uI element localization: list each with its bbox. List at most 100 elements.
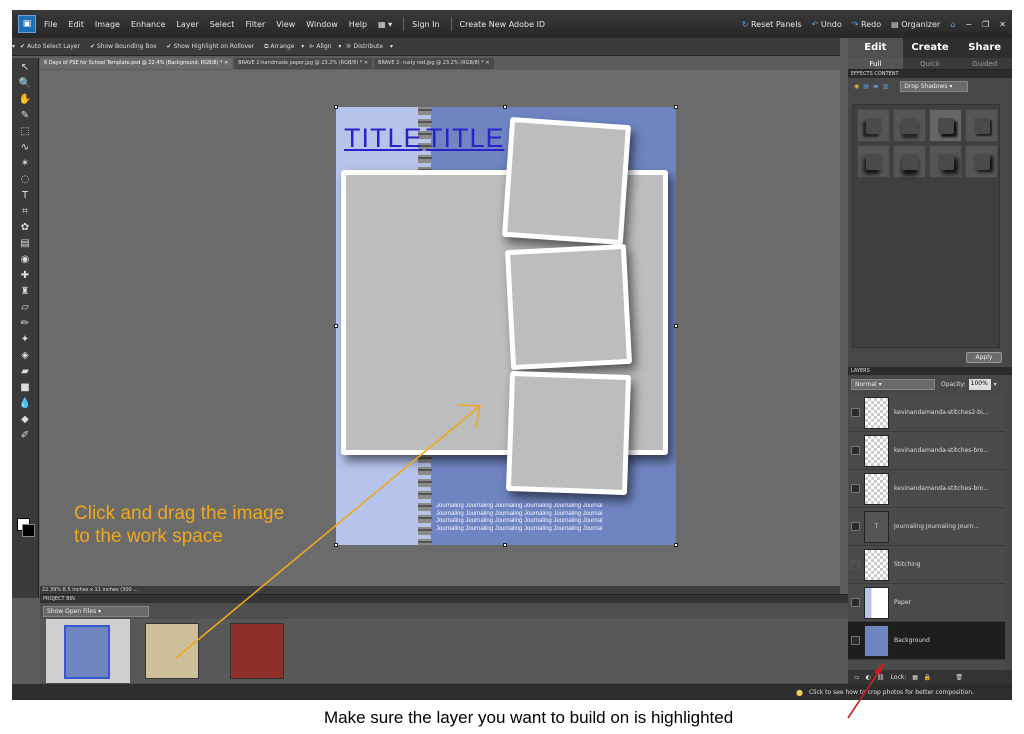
menu-filter[interactable]: Filter — [245, 20, 265, 29]
shape-tool-icon[interactable]: ■ — [16, 380, 34, 394]
link-layers-icon[interactable]: ⛓ — [877, 674, 885, 681]
visibility-eye-icon[interactable] — [851, 598, 860, 607]
transform-handle[interactable] — [674, 543, 678, 547]
marquee-tool-icon[interactable]: ⬚ — [16, 124, 34, 138]
transform-handle[interactable] — [674, 105, 678, 109]
photo-effects-icon[interactable]: ▬ — [873, 83, 879, 90]
highlight-checkbox[interactable]: ✔ Show Highlight on Rollover — [167, 43, 260, 50]
bin-thumb-rusty-red[interactable] — [230, 623, 284, 679]
eraser-tool-icon[interactable]: ▱ — [16, 300, 34, 314]
transform-handle[interactable] — [334, 543, 338, 547]
layer-row[interactable]: kevinandamanda-stitches-bro... — [848, 432, 1005, 470]
home-icon[interactable]: ⌂ — [950, 20, 955, 29]
smart-brush-tool-icon[interactable]: ✦ — [16, 332, 34, 346]
scrapbook-document[interactable]: TITLE TITLE Journaling Journaling Journa… — [336, 107, 676, 545]
distribute-button[interactable]: ⊪ Distribute ▾ — [346, 43, 393, 50]
organizer-button[interactable]: ▤ Organizer — [891, 20, 940, 29]
menu-enhance[interactable]: Enhance — [131, 20, 166, 29]
menu-edit[interactable]: Edit — [68, 20, 84, 29]
trash-icon[interactable]: 🗑 — [955, 674, 963, 681]
lock-transparent-icon[interactable]: ▦ — [912, 674, 918, 681]
redo-button[interactable]: ↷ Redo — [852, 20, 881, 29]
bounding-box-checkbox[interactable]: ✔ Show Bounding Box — [90, 43, 162, 50]
opacity-field[interactable]: 100% — [968, 378, 991, 390]
transform-handle[interactable] — [674, 324, 678, 328]
undo-button[interactable]: ↶ Undo — [812, 20, 842, 29]
menu-help[interactable]: Help — [349, 20, 367, 29]
visibility-eye-icon[interactable] — [851, 446, 860, 455]
doc-tab-template[interactable]: 6 Days of PSE for School Template.psd @ … — [40, 58, 233, 69]
transform-handle[interactable] — [334, 324, 338, 328]
tab-edit[interactable]: Edit — [848, 38, 903, 58]
options-menu-icon[interactable]: ▾ — [12, 43, 15, 50]
menu-view[interactable]: View — [276, 20, 295, 29]
reset-panels-button[interactable]: ↻ Reset Panels — [742, 20, 802, 29]
tab-close-icon[interactable]: ✕ — [364, 60, 368, 66]
align-button[interactable]: ⊫ Align ▾ — [309, 43, 341, 50]
sign-in-link[interactable]: Sign In — [412, 20, 439, 29]
quick-selection-tool-icon[interactable]: ◌ — [16, 172, 34, 186]
brush-tool-icon[interactable]: ✏ — [16, 316, 34, 330]
menu-select[interactable]: Select — [210, 20, 235, 29]
screen-mode-icon[interactable]: ▦ ▾ — [378, 20, 392, 29]
background-color-swatch[interactable] — [22, 524, 35, 537]
menu-file[interactable]: File — [44, 20, 57, 29]
opacity-arrow-icon[interactable]: ▾ — [994, 381, 997, 388]
drop-shadow-thumb[interactable] — [965, 145, 998, 178]
transform-handle[interactable] — [503, 105, 507, 109]
arrange-button[interactable]: ⧉ Arrange ▾ — [264, 43, 304, 51]
paint-bucket-tool-icon[interactable]: ◈ — [16, 348, 34, 362]
tab-close-icon[interactable]: ✕ — [485, 60, 489, 66]
app-logo-icon[interactable]: ▣ — [18, 15, 36, 33]
doc-tab-rusty-red[interactable]: BRAVE 2- rusty red.jpg @ 23.2% (RGB/8) *… — [374, 58, 494, 69]
clone-stamp-tool-icon[interactable]: ♜ — [16, 284, 34, 298]
tab-guided[interactable]: Guided — [957, 58, 1012, 69]
minimize-icon[interactable]: − — [965, 20, 972, 29]
layer-row[interactable]: T Journaling Journaling Journ... — [848, 508, 1005, 546]
create-id-link[interactable]: Create New Adobe ID — [460, 20, 545, 29]
tab-share[interactable]: Share — [957, 38, 1012, 58]
drop-shadow-thumb[interactable] — [893, 109, 926, 142]
gradient-tool-icon[interactable]: ▰ — [16, 364, 34, 378]
visibility-eye-icon[interactable] — [851, 636, 860, 645]
drop-shadow-thumb[interactable] — [893, 145, 926, 178]
filters-icon[interactable]: ◉ — [854, 83, 859, 90]
type-tool-icon[interactable]: T — [16, 188, 34, 202]
tab-full[interactable]: Full — [848, 58, 903, 69]
layer-row[interactable]: Paper — [848, 584, 1005, 622]
visibility-eye-icon[interactable] — [851, 522, 860, 531]
effects-filter-dropdown[interactable]: Drop Shadows ▾ — [900, 80, 969, 92]
drop-shadow-thumb[interactable] — [929, 145, 962, 178]
menu-layer[interactable]: Layer — [176, 20, 198, 29]
blend-mode-dropdown[interactable]: Normal ▾ — [851, 378, 935, 390]
tab-quick[interactable]: Quick — [903, 58, 958, 69]
show-open-files-dropdown[interactable]: Show Open Files ▾ — [43, 606, 149, 617]
transform-handle[interactable] — [503, 543, 507, 547]
menu-image[interactable]: Image — [95, 20, 120, 29]
drop-shadow-thumb[interactable] — [965, 109, 998, 142]
drop-shadow-thumb[interactable] — [857, 109, 890, 142]
transform-handle[interactable] — [334, 105, 338, 109]
doc-tab-handmade-paper[interactable]: BRAVE 2-handmade paper.jpg @ 23.2% (RGB/… — [234, 58, 373, 69]
drop-shadow-thumb[interactable] — [857, 145, 890, 178]
apply-button[interactable]: Apply — [966, 352, 1002, 363]
tip-link[interactable]: Click to see how to crop photos for bett… — [809, 689, 974, 696]
visibility-eye-icon[interactable] — [851, 484, 860, 493]
layer-row[interactable]: kevinandamanda-stitches-bro... — [848, 470, 1005, 508]
effects-panel-header[interactable]: EFFECTS CONTENT — [848, 70, 1012, 78]
lock-all-icon[interactable]: 🔒 — [924, 674, 931, 681]
move-tool-icon[interactable]: ↖ — [16, 60, 34, 74]
hand-tool-icon[interactable]: ✋ — [16, 92, 34, 106]
visibility-eye-icon[interactable] — [851, 408, 860, 417]
visibility-eye-icon[interactable] — [851, 560, 860, 569]
restore-icon[interactable]: ❐ — [982, 20, 989, 29]
lasso-tool-icon[interactable]: ∿ — [16, 140, 34, 154]
layer-row[interactable]: Stitching — [848, 546, 1005, 584]
all-effects-icon[interactable]: ▥ — [883, 83, 889, 90]
straighten-tool-icon[interactable]: ▤ — [16, 236, 34, 250]
pencil-tool-icon[interactable]: ✐ — [16, 428, 34, 442]
zoom-level[interactable]: 22.39% — [42, 587, 61, 593]
healing-brush-tool-icon[interactable]: ✚ — [16, 268, 34, 282]
magic-wand-tool-icon[interactable]: ✶ — [16, 156, 34, 170]
blur-tool-icon[interactable]: 💧 — [16, 396, 34, 410]
